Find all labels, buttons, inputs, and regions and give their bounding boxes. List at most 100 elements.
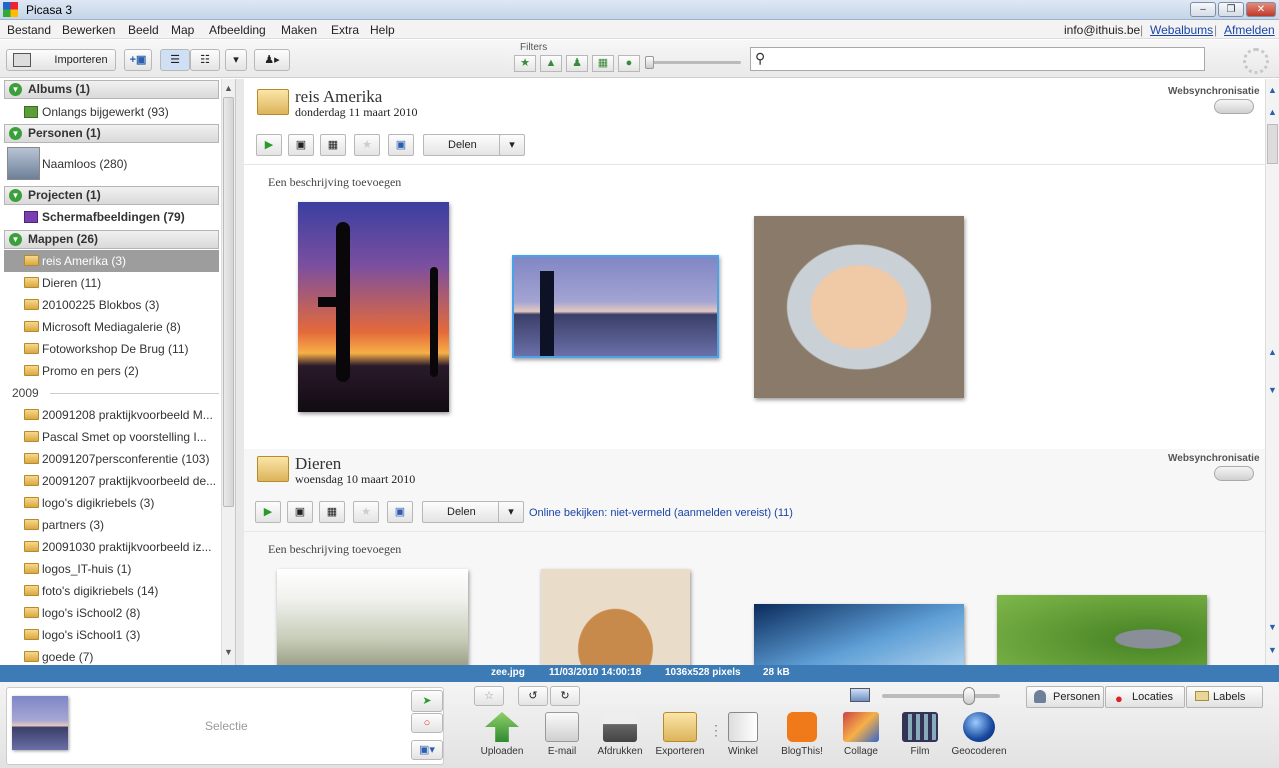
- view-dropdown-button[interactable]: ▾: [225, 49, 247, 71]
- sidebar-item-folder[interactable]: Microsoft Mediagalerie (8): [4, 316, 219, 338]
- sidebar-item-folder[interactable]: Dieren (11): [4, 272, 219, 294]
- menu-bewerken[interactable]: Bewerken: [62, 23, 115, 37]
- pane-splitter[interactable]: [236, 79, 244, 665]
- folders-section-header[interactable]: ▼ Mappen (26): [4, 230, 219, 249]
- collage-button[interactable]: ▣: [288, 134, 314, 156]
- sidebar-item-folder[interactable]: foto's digikriebels (14): [4, 580, 219, 602]
- shop-button[interactable]: Winkel: [713, 712, 773, 757]
- photo-thumbnail[interactable]: [754, 604, 964, 665]
- album-title[interactable]: reis Amerika: [295, 87, 382, 107]
- websync-toggle[interactable]: [1214, 99, 1254, 114]
- scrollbar-thumb[interactable]: [223, 97, 234, 507]
- share-dropdown-button[interactable]: ▾: [499, 134, 525, 156]
- albums-section-header[interactable]: ▼ Albums (1): [4, 80, 219, 99]
- add-to-album-button[interactable]: +▣: [124, 49, 152, 71]
- slideshow-button[interactable]: ▶: [256, 134, 282, 156]
- date-filter-slider[interactable]: [645, 56, 654, 69]
- menu-map[interactable]: Map: [171, 23, 194, 37]
- upload-button[interactable]: Uploaden: [472, 712, 532, 757]
- menu-extra[interactable]: Extra: [331, 23, 359, 37]
- main-scrollbar[interactable]: ▲ ▲ ▲ ▼ ▼ ▼: [1265, 79, 1279, 665]
- page-up-icon[interactable]: ▲: [1268, 107, 1277, 117]
- search-input[interactable]: ⚲: [750, 47, 1205, 71]
- geocode-button[interactable]: Geocoderen: [949, 712, 1009, 757]
- movie-tray-button[interactable]: Film: [890, 712, 950, 757]
- minimize-button[interactable]: –: [1190, 2, 1216, 17]
- album-date[interactable]: donderdag 11 maart 2010: [295, 105, 418, 120]
- sidebar-item-folder[interactable]: logo's iSchool1 (3): [4, 624, 219, 646]
- menu-maken[interactable]: Maken: [281, 23, 317, 37]
- photo-thumbnail[interactable]: [277, 569, 468, 665]
- star-button[interactable]: ★: [354, 134, 380, 156]
- sidebar-item-folder[interactable]: 20100225 Blokbos (3): [4, 294, 219, 316]
- collage-button[interactable]: ▣: [287, 501, 313, 523]
- sidebar-item-folder[interactable]: partners (3): [4, 514, 219, 536]
- album-date[interactable]: woensdag 10 maart 2010: [295, 472, 415, 487]
- online-view-link[interactable]: Online bekijken: niet-vermeld (aanmelden…: [529, 507, 793, 519]
- selection-thumbnail[interactable]: [12, 696, 68, 750]
- save-button[interactable]: ▣: [388, 134, 414, 156]
- movie-button[interactable]: ▦: [320, 134, 346, 156]
- sidebar-item-folder[interactable]: logo's iSchool2 (8): [4, 602, 219, 624]
- sidebar-item-folder[interactable]: 20091208 praktijkvoorbeeld M...: [4, 404, 219, 426]
- sidebar-item-unnamed-people[interactable]: Naamloos (280): [4, 145, 219, 183]
- sidebar-item-folder[interactable]: goede (7): [4, 646, 219, 665]
- save-button[interactable]: ▣: [387, 501, 413, 523]
- menu-help[interactable]: Help: [370, 23, 395, 37]
- thumbnail-view-button[interactable]: ☰: [160, 49, 190, 71]
- menu-afbeelding[interactable]: Afbeelding: [209, 23, 266, 37]
- sidebar-item-folder[interactable]: 20091207 praktijkvoorbeeld de...: [4, 470, 219, 492]
- star-tray-button[interactable]: ☆: [474, 686, 504, 706]
- filter-star-icon[interactable]: ★: [514, 55, 536, 72]
- sidebar-scrollbar[interactable]: ▲ ▼: [221, 79, 235, 665]
- menu-bestand[interactable]: Bestand: [7, 23, 51, 37]
- sidebar-item-folder[interactable]: logos_IT-huis (1): [4, 558, 219, 580]
- page-down-icon[interactable]: ▼: [1268, 622, 1277, 632]
- share-dropdown-button[interactable]: ▾: [498, 501, 524, 523]
- rotate-right-button[interactable]: ↻: [550, 686, 580, 706]
- sidebar-item-folder[interactable]: 20091207persconferentie (103): [4, 448, 219, 470]
- projects-section-header[interactable]: ▼ Projecten (1): [4, 186, 219, 205]
- sidebar-item-folder[interactable]: logo's digikriebels (3): [4, 492, 219, 514]
- movie-button[interactable]: ▦: [319, 501, 345, 523]
- people-section-header[interactable]: ▼ Personen (1): [4, 124, 219, 143]
- collage-tray-button[interactable]: Collage: [831, 712, 891, 757]
- album-title[interactable]: Dieren: [295, 454, 341, 474]
- scroll-up-icon[interactable]: ▲: [224, 83, 233, 93]
- photo-thumbnail[interactable]: [754, 216, 964, 398]
- thumbnail-size-slider[interactable]: [963, 687, 975, 705]
- people-tab[interactable]: Personen: [1026, 686, 1104, 708]
- filter-faces-icon[interactable]: ♟: [566, 55, 588, 72]
- people-scan-button[interactable]: ♟▸: [254, 49, 290, 71]
- scroll-up-icon[interactable]: ▲: [1268, 347, 1277, 357]
- email-button[interactable]: E-mail: [532, 712, 592, 757]
- sidebar-item-folder[interactable]: reis Amerika (3): [4, 250, 219, 272]
- photo-thumbnail-selected[interactable]: [512, 255, 719, 358]
- pin-icon[interactable]: ➤: [411, 690, 443, 712]
- filter-uploaded-icon[interactable]: ▲: [540, 55, 562, 72]
- webalbums-link[interactable]: Webalbums: [1150, 23, 1213, 37]
- labels-tab[interactable]: Labels: [1186, 686, 1263, 708]
- sidebar-item-recently-updated[interactable]: Onlangs bijgewerkt (93): [4, 101, 219, 123]
- scroll-down-icon[interactable]: ▼: [1268, 645, 1277, 655]
- scroll-down-icon[interactable]: ▼: [224, 647, 233, 657]
- logout-link[interactable]: Afmelden: [1224, 23, 1275, 37]
- filter-geotag-icon[interactable]: ●: [618, 55, 640, 72]
- star-button[interactable]: ★: [353, 501, 379, 523]
- websync-toggle[interactable]: [1214, 466, 1254, 481]
- export-button[interactable]: Exporteren: [650, 712, 710, 757]
- sidebar-item-folder[interactable]: Promo en pers (2): [4, 360, 219, 382]
- scroll-down-icon[interactable]: ▼: [1268, 385, 1277, 395]
- sidebar-item-folder[interactable]: Pascal Smet op voorstelling I...: [4, 426, 219, 448]
- photo-thumbnail[interactable]: [997, 595, 1207, 665]
- clear-selection-icon[interactable]: ○: [411, 713, 443, 733]
- photo-thumbnail[interactable]: [298, 202, 449, 412]
- maximize-button[interactable]: ❐: [1218, 2, 1244, 17]
- sidebar-item-screenshots[interactable]: Schermafbeeldingen (79): [4, 206, 219, 228]
- print-button[interactable]: Afdrukken: [590, 712, 650, 757]
- scrollbar-thumb[interactable]: [1267, 124, 1278, 164]
- tree-view-button[interactable]: ☷: [190, 49, 220, 71]
- album-description[interactable]: Een beschrijving toevoegen: [268, 542, 401, 557]
- add-to-album-icon[interactable]: ▣▾: [411, 740, 443, 760]
- blogthis-button[interactable]: BlogThis!: [772, 712, 832, 757]
